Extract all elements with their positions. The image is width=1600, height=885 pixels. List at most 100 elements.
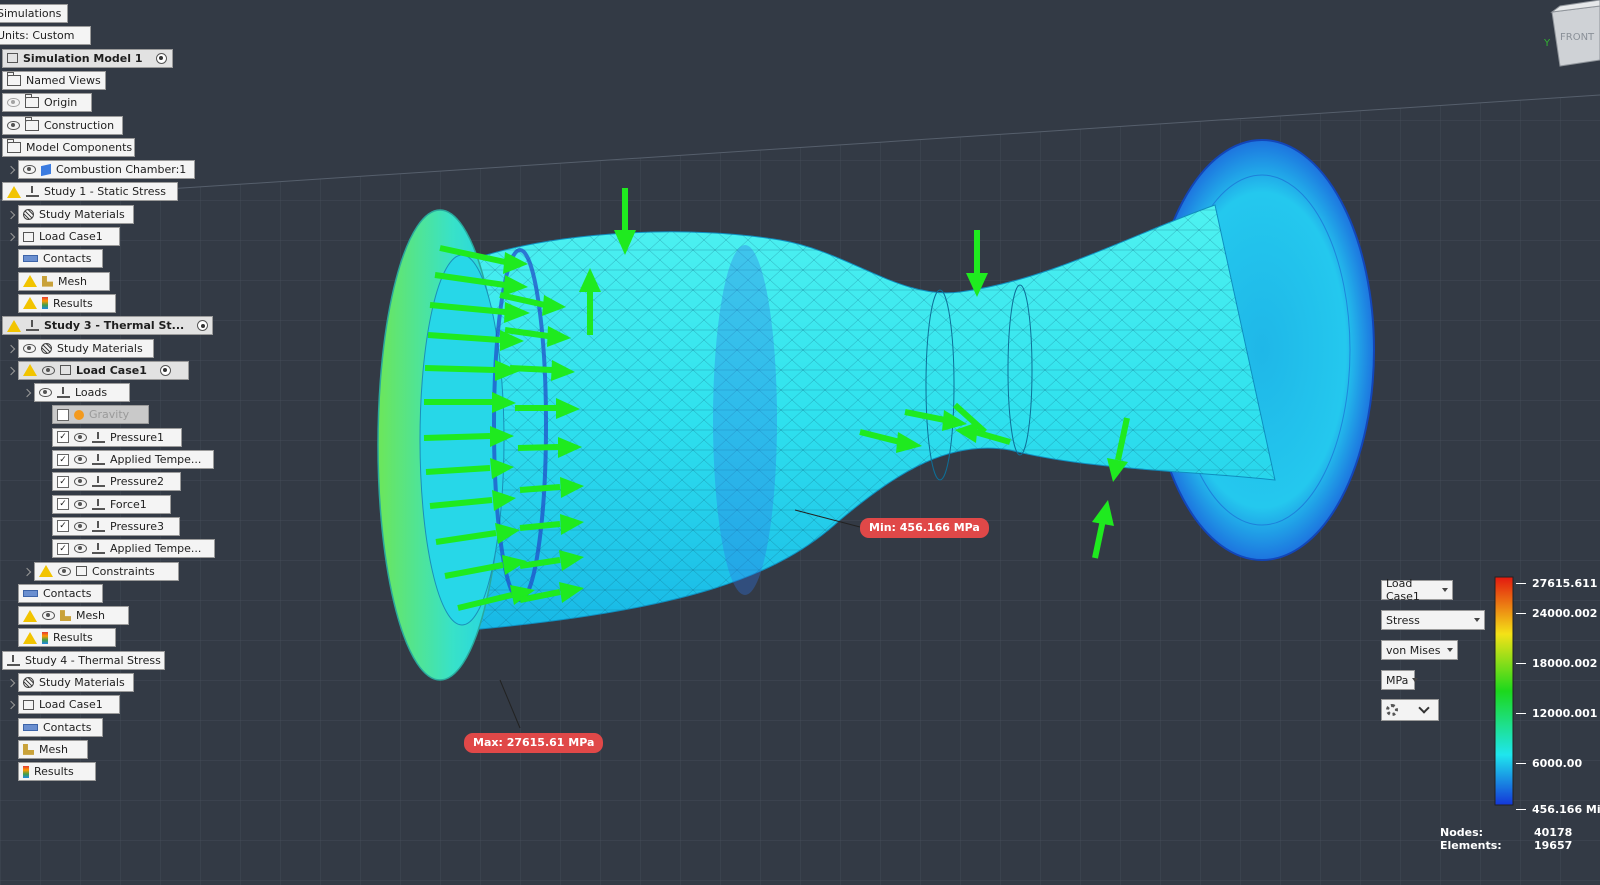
browser-node-label: Study Materials: [39, 207, 125, 221]
browser-node[interactable]: Constraints: [34, 561, 179, 581]
gravity-icon: [74, 409, 84, 420]
browser-node[interactable]: Load Case1: [18, 227, 120, 246]
activate-radio-icon[interactable]: [155, 52, 167, 64]
legend-tick-mark: [1516, 763, 1526, 764]
browser-node[interactable]: Study Materials: [18, 673, 134, 692]
browser-node[interactable]: ✓ Pressure3: [52, 516, 180, 536]
folder-icon: [25, 94, 39, 109]
browser-node[interactable]: Combustion Chamber:1: [18, 160, 195, 180]
model-icon: [7, 53, 18, 64]
browser-node[interactable]: Results: [18, 762, 96, 782]
browser-node-label: Construction: [44, 118, 115, 132]
contacts-icon: [23, 589, 38, 597]
browser-node[interactable]: Study 4 - Thermal Stress: [2, 650, 165, 670]
eye-icon[interactable]: [23, 165, 36, 175]
browser-node[interactable]: ✓ Pressure1: [52, 427, 182, 447]
units-dropdown[interactable]: MPa: [1381, 670, 1419, 690]
browser-node[interactable]: Named Views: [2, 70, 106, 90]
eye-icon[interactable]: [74, 499, 87, 509]
browser-node[interactable]: Study 3 - Thermal St...: [2, 316, 213, 336]
checkbox-icon[interactable]: ✓: [57, 475, 69, 488]
browser-node[interactable]: Study 1 - Static Stress: [2, 182, 178, 202]
legend-tick-label: 456.166 Mi: [1532, 803, 1600, 816]
legend-tick-label: 24000.002: [1532, 607, 1598, 620]
checkbox-icon[interactable]: ✓: [57, 520, 69, 533]
eye-icon[interactable]: [42, 611, 55, 621]
browser-node-label: Study 1 - Static Stress: [44, 185, 166, 199]
browser-node[interactable]: Contacts: [18, 583, 103, 603]
eye-icon[interactable]: [23, 343, 36, 353]
component-value: von Mises: [1386, 643, 1441, 657]
checkbox-icon[interactable]: ✓: [57, 498, 69, 511]
browser-node[interactable]: Results: [18, 293, 116, 313]
eye-icon[interactable]: [39, 388, 52, 398]
browser-node[interactable]: Study Materials: [18, 204, 134, 224]
legend-settings-button[interactable]: [1381, 699, 1439, 721]
warning-icon: [39, 565, 53, 577]
elements-value: 19657: [1534, 839, 1573, 852]
activate-radio-icon[interactable]: [197, 320, 209, 332]
browser-node[interactable]: Loads: [34, 383, 130, 403]
results-icon: [42, 297, 48, 310]
browser-node[interactable]: Load Case1: [18, 360, 189, 380]
browser-node[interactable]: Gravity: [52, 405, 149, 425]
browser-node-label: Mesh: [58, 274, 87, 288]
result-type-dropdown[interactable]: Stress: [1381, 610, 1485, 630]
browser-node[interactable]: Mesh: [18, 739, 88, 759]
materials-icon: [41, 342, 52, 354]
study-icon: [92, 520, 105, 532]
eye-icon[interactable]: [7, 120, 20, 130]
eye-icon[interactable]: [74, 477, 87, 487]
eye-icon[interactable]: [42, 365, 55, 375]
load-case-icon: [76, 566, 87, 576]
checkbox-icon[interactable]: [57, 408, 69, 421]
checkbox-icon[interactable]: ✓: [57, 431, 69, 444]
eye-icon[interactable]: [74, 521, 87, 531]
eye-icon[interactable]: [74, 455, 87, 464]
browser-node[interactable]: Simulation Model 1: [2, 48, 173, 68]
study-icon: [26, 320, 39, 332]
checkbox-icon[interactable]: ✓: [57, 542, 69, 555]
browser-node[interactable]: ✓ Force1: [52, 494, 171, 514]
browser-node[interactable]: ✓ Pressure2: [52, 472, 181, 492]
eye-off-icon[interactable]: [7, 98, 20, 108]
browser-node[interactable]: Results: [18, 628, 116, 648]
mesh-icon: [23, 743, 34, 755]
browser-node[interactable]: Units: Custom: [0, 26, 91, 46]
eye-icon[interactable]: [74, 544, 87, 554]
min-stress-callout: Min: 456.166 MPa: [860, 518, 989, 538]
3d-viewport[interactable]: FRONT Y: [0, 0, 1600, 885]
checkbox-icon[interactable]: ✓: [57, 453, 69, 466]
browser-node-label: Simulations: [0, 7, 62, 20]
browser-node[interactable]: Contacts: [18, 249, 103, 269]
max-stress-callout: Max: 27615.61 MPa: [464, 733, 604, 753]
browser-node[interactable]: Mesh: [18, 271, 110, 291]
browser-node[interactable]: Load Case1: [18, 695, 120, 715]
view-cube-front-label: FRONT: [1560, 32, 1595, 43]
browser-node[interactable]: Construction: [2, 115, 123, 135]
browser-node-label: Load Case1: [39, 230, 103, 243]
view-cube[interactable]: FRONT Y: [1543, 0, 1600, 67]
contacts-icon: [23, 723, 38, 731]
activate-radio-icon[interactable]: [159, 364, 171, 376]
browser-node[interactable]: Model Components: [2, 137, 135, 157]
browser-node[interactable]: ✓ Applied Tempe...: [52, 539, 215, 559]
browser-node[interactable]: Origin: [2, 93, 92, 113]
browser-node[interactable]: Mesh: [18, 606, 129, 626]
browser-node[interactable]: Simulations: [0, 4, 68, 23]
browser-node-label: Results: [53, 631, 93, 645]
browser-node-label: Results: [34, 765, 74, 779]
browser-node-label: Model Components: [26, 140, 133, 154]
legend-tick-mark: [1516, 809, 1526, 810]
chevron-down-icon: [1418, 702, 1430, 714]
component-dropdown[interactable]: von Mises: [1381, 640, 1458, 660]
dropdown-caret-icon: [1447, 648, 1453, 652]
browser-node[interactable]: Study Materials: [18, 338, 154, 358]
browser-node[interactable]: Contacts: [18, 717, 103, 737]
load-case-dropdown[interactable]: Load Case1: [1381, 577, 1453, 603]
eye-icon[interactable]: [58, 566, 71, 576]
warning-icon: [23, 275, 37, 288]
browser-node[interactable]: ✓ Applied Tempe...: [52, 450, 214, 469]
browser-node-label: Named Views: [26, 73, 101, 87]
eye-icon[interactable]: [74, 432, 87, 442]
